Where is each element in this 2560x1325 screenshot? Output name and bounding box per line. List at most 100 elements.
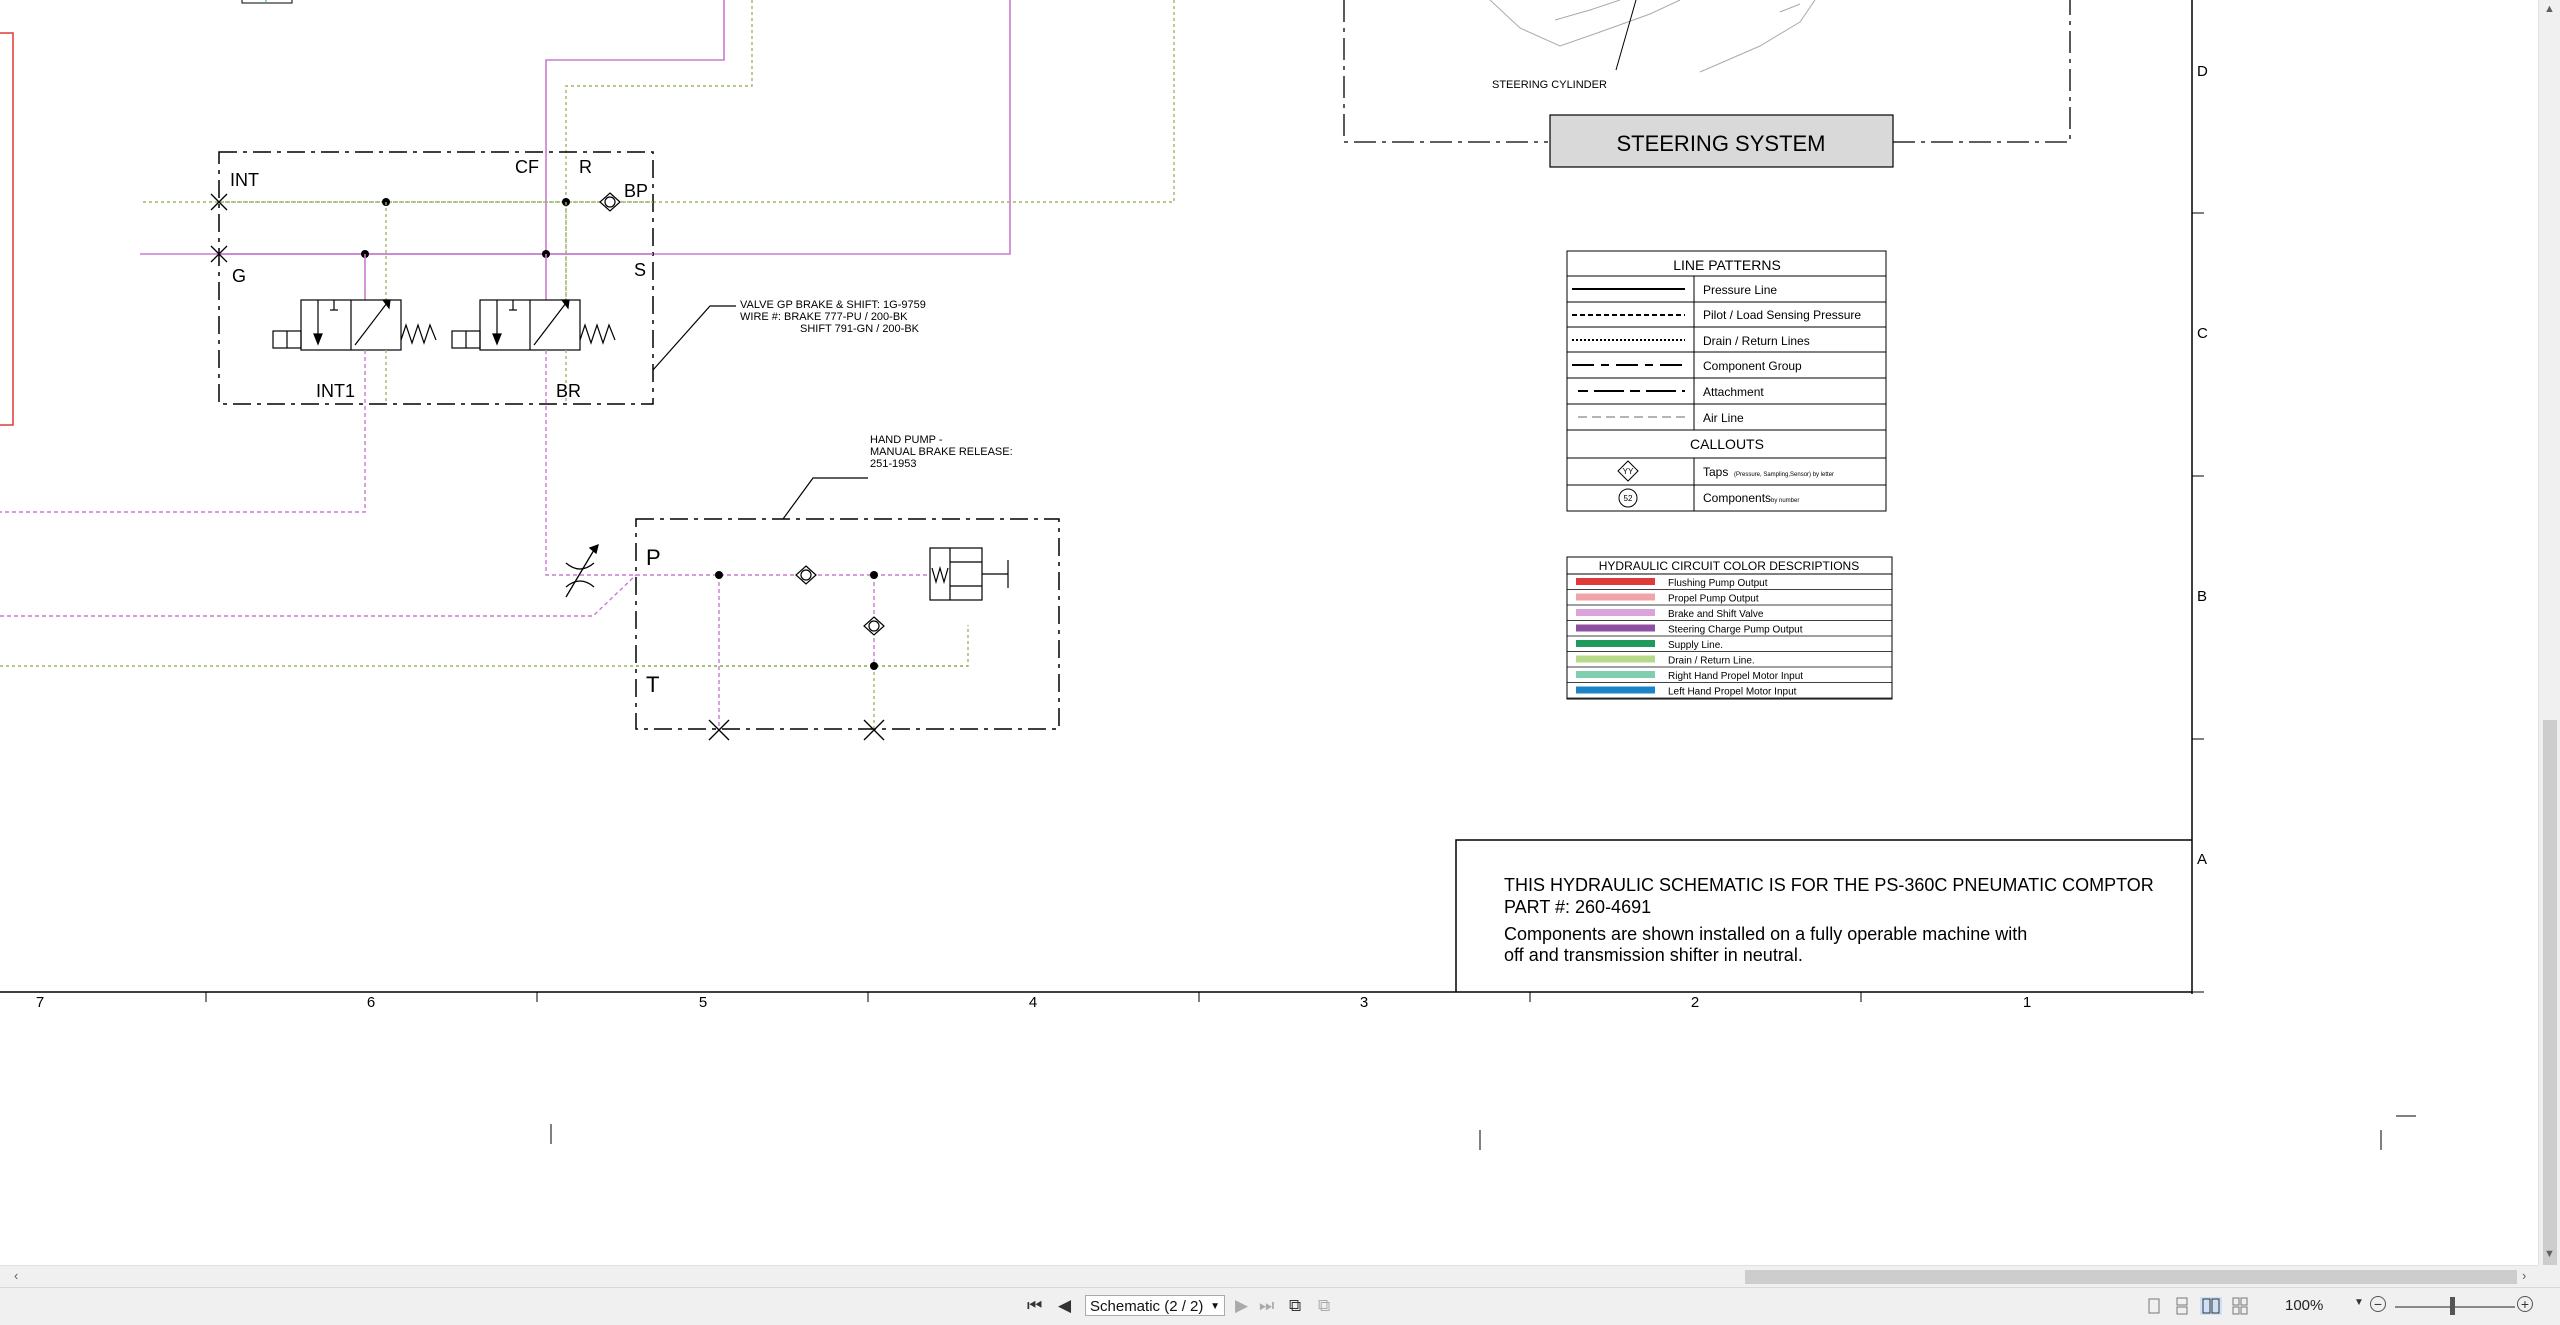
color-swatch-5 <box>1576 655 1655 663</box>
zone-number-1: 1 <box>2023 994 2031 1011</box>
color-desc-label-7: Left Hand Propel Motor Input <box>1668 687 1797 698</box>
title-block-line4: off and transmission shifter in neutral. <box>1504 945 1803 965</box>
scroll-down-icon[interactable]: ▼ <box>2544 1248 2555 1260</box>
title-block-line1: THIS HYDRAULIC SCHEMATIC IS FOR THE PS-3… <box>1504 875 2154 895</box>
title-block-line2: PART #: 260-4691 <box>1504 897 1651 917</box>
zone-number-7: 7 <box>36 994 44 1011</box>
scroll-left-icon[interactable]: ‹ <box>14 1268 18 1283</box>
color-desc-label-3: Steering Charge Pump Output <box>1668 625 1803 636</box>
zone-number-5: 5 <box>699 994 707 1011</box>
color-swatch-2 <box>1576 609 1655 616</box>
color-desc-label-5: Drain / Return Line. <box>1668 656 1755 667</box>
steering-illustration <box>1489 0 1816 73</box>
page-selector[interactable]: Schematic (2 / 2) ▼ <box>1085 1295 1225 1316</box>
status-bar: ⏮ ◀ Schematic (2 / 2) ▼ ▶ ⏭ ⧉ ⧉ 100% ▼ −… <box>0 1287 2560 1325</box>
horizontal-scroll-thumb[interactable] <box>1745 1270 2517 1284</box>
last-page-icon[interactable]: ⏭ <box>1259 1297 1274 1315</box>
page-edge-marks <box>550 1115 2416 1150</box>
callouts-title: CALLOUTS <box>1690 436 1764 452</box>
previous-view-icon[interactable]: ⧉ <box>1289 1297 1301 1315</box>
color-desc-label-4: Supply Line. <box>1668 640 1723 651</box>
single-page-view-icon[interactable] <box>2146 1297 2162 1315</box>
hand-pump-box <box>635 518 1060 730</box>
port-label-cf: CF <box>515 157 539 177</box>
zoom-chevron-down-icon[interactable]: ▼ <box>2354 1297 2364 1308</box>
port-label-int1: INT1 <box>316 381 355 401</box>
chevron-down-icon: ▼ <box>1210 1301 1220 1312</box>
solenoid-valve-shift <box>451 299 616 351</box>
next-page-icon[interactable]: ▶ <box>1235 1297 1248 1315</box>
steering-cylinder-label: STEERING CYLINDER <box>1492 79 1607 91</box>
port-label-s: S <box>634 260 646 280</box>
legend-row-3: Component Group <box>1703 359 1802 373</box>
scrollbar-corner <box>2538 1265 2560 1287</box>
zone-letter-b: B <box>2197 588 2207 605</box>
legend-row-4: Attachment <box>1703 385 1764 399</box>
color-swatch-3 <box>1576 624 1655 632</box>
color-desc-label-1: Propel Pump Output <box>1668 594 1759 605</box>
line-patterns-title: LINE PATTERNS <box>1673 257 1781 273</box>
legend-row-0: Pressure Line <box>1703 283 1777 297</box>
horizontal-scrollbar[interactable]: ‹ › <box>0 1265 2538 1288</box>
junction-dots <box>361 198 570 258</box>
zone-letter-d: D <box>2197 63 2208 80</box>
steering-system-title: STEERING SYSTEM <box>1616 131 1825 156</box>
component-sublabel: by number <box>1771 498 1799 504</box>
zone-letter-c: C <box>2197 325 2208 342</box>
port-label-p: P <box>646 545 661 570</box>
hand-pump-cylinder <box>929 547 1009 601</box>
pump-plug-marks <box>708 719 885 741</box>
hand-pump-note-line1: HAND PUMP - <box>870 434 943 446</box>
color-desc-label-0: Flushing Pump Output <box>1668 578 1768 589</box>
two-page-view-icon[interactable] <box>2200 1297 2222 1315</box>
tap-symbol: YY <box>1623 467 1634 476</box>
port-label-g: G <box>232 266 246 286</box>
zone-number-6: 6 <box>367 994 375 1011</box>
red-component-box <box>0 32 14 426</box>
page-selector-value: Schematic (2 / 2) <box>1090 1298 1204 1315</box>
vertical-scrollbar[interactable]: ▲ ▼ <box>2538 0 2560 1265</box>
top-component-edge <box>241 0 293 4</box>
scroll-right-icon[interactable]: › <box>2522 1268 2526 1283</box>
brake-line-top <box>545 0 725 254</box>
valve-note-line3: SHIFT 791-GN / 200-BK <box>800 323 920 335</box>
color-swatch-7 <box>1576 686 1655 694</box>
zoom-slider[interactable] <box>2395 1306 2515 1308</box>
zone-number-4: 4 <box>1029 994 1037 1011</box>
schematic-canvas: INT CF R BP G S INT1 BR VALVE GP BRAKE &… <box>0 0 2416 1150</box>
color-swatch-6 <box>1576 671 1655 678</box>
document-viewport[interactable]: INT CF R BP G S INT1 BR VALVE GP BRAKE &… <box>0 0 2538 1265</box>
color-swatch-0 <box>1576 578 1655 585</box>
color-swatch-1 <box>1576 593 1655 601</box>
port-label-bp: BP <box>624 181 648 201</box>
zoom-in-icon[interactable]: + <box>2517 1296 2533 1312</box>
vertical-scroll-thumb[interactable] <box>2543 720 2557 1265</box>
valve-note-line2: WIRE #: BRAKE 777-PU / 200-BK <box>740 311 908 323</box>
legend-row-2: Drain / Return Lines <box>1703 334 1810 348</box>
first-page-icon[interactable]: ⏮ <box>1027 1297 1042 1315</box>
line-patterns-legend: LINE PATTERNS Pressure Line Pilot / Load… <box>1566 250 1887 512</box>
legend-row-1: Pilot / Load Sensing Pressure <box>1703 308 1861 322</box>
legend-row-5: Air Line <box>1703 411 1744 425</box>
component-symbol: 52 <box>1624 494 1633 503</box>
zoom-slider-thumb[interactable] <box>2450 1297 2455 1315</box>
zone-letter-a: A <box>2197 851 2207 868</box>
tap-label: Taps <box>1703 465 1728 479</box>
hand-pump-note-line2: MANUAL BRAKE RELEASE: <box>870 446 1013 458</box>
check-valve-bp <box>599 192 621 212</box>
next-view-icon[interactable]: ⧉ <box>1318 1297 1330 1315</box>
hand-pump-note-line3: 251-1953 <box>870 458 917 470</box>
continuous-view-icon[interactable] <box>2174 1297 2190 1315</box>
zone-number-3: 3 <box>1360 994 1368 1011</box>
previous-page-icon[interactable]: ◀ <box>1058 1297 1071 1315</box>
solenoid-valve-brake <box>272 299 437 351</box>
zoom-out-icon[interactable]: − <box>2370 1296 2386 1312</box>
two-page-continuous-view-icon[interactable] <box>2232 1297 2248 1315</box>
zoom-level[interactable]: 100% <box>2285 1297 2323 1314</box>
brake-line-s <box>140 0 1011 255</box>
color-desc-label-6: Right Hand Propel Motor Input <box>1668 671 1803 682</box>
port-label-t: T <box>646 672 659 697</box>
scroll-up-icon[interactable]: ▲ <box>2544 3 2555 15</box>
component-label: Components <box>1703 491 1771 505</box>
color-swatch-4 <box>1576 640 1655 647</box>
